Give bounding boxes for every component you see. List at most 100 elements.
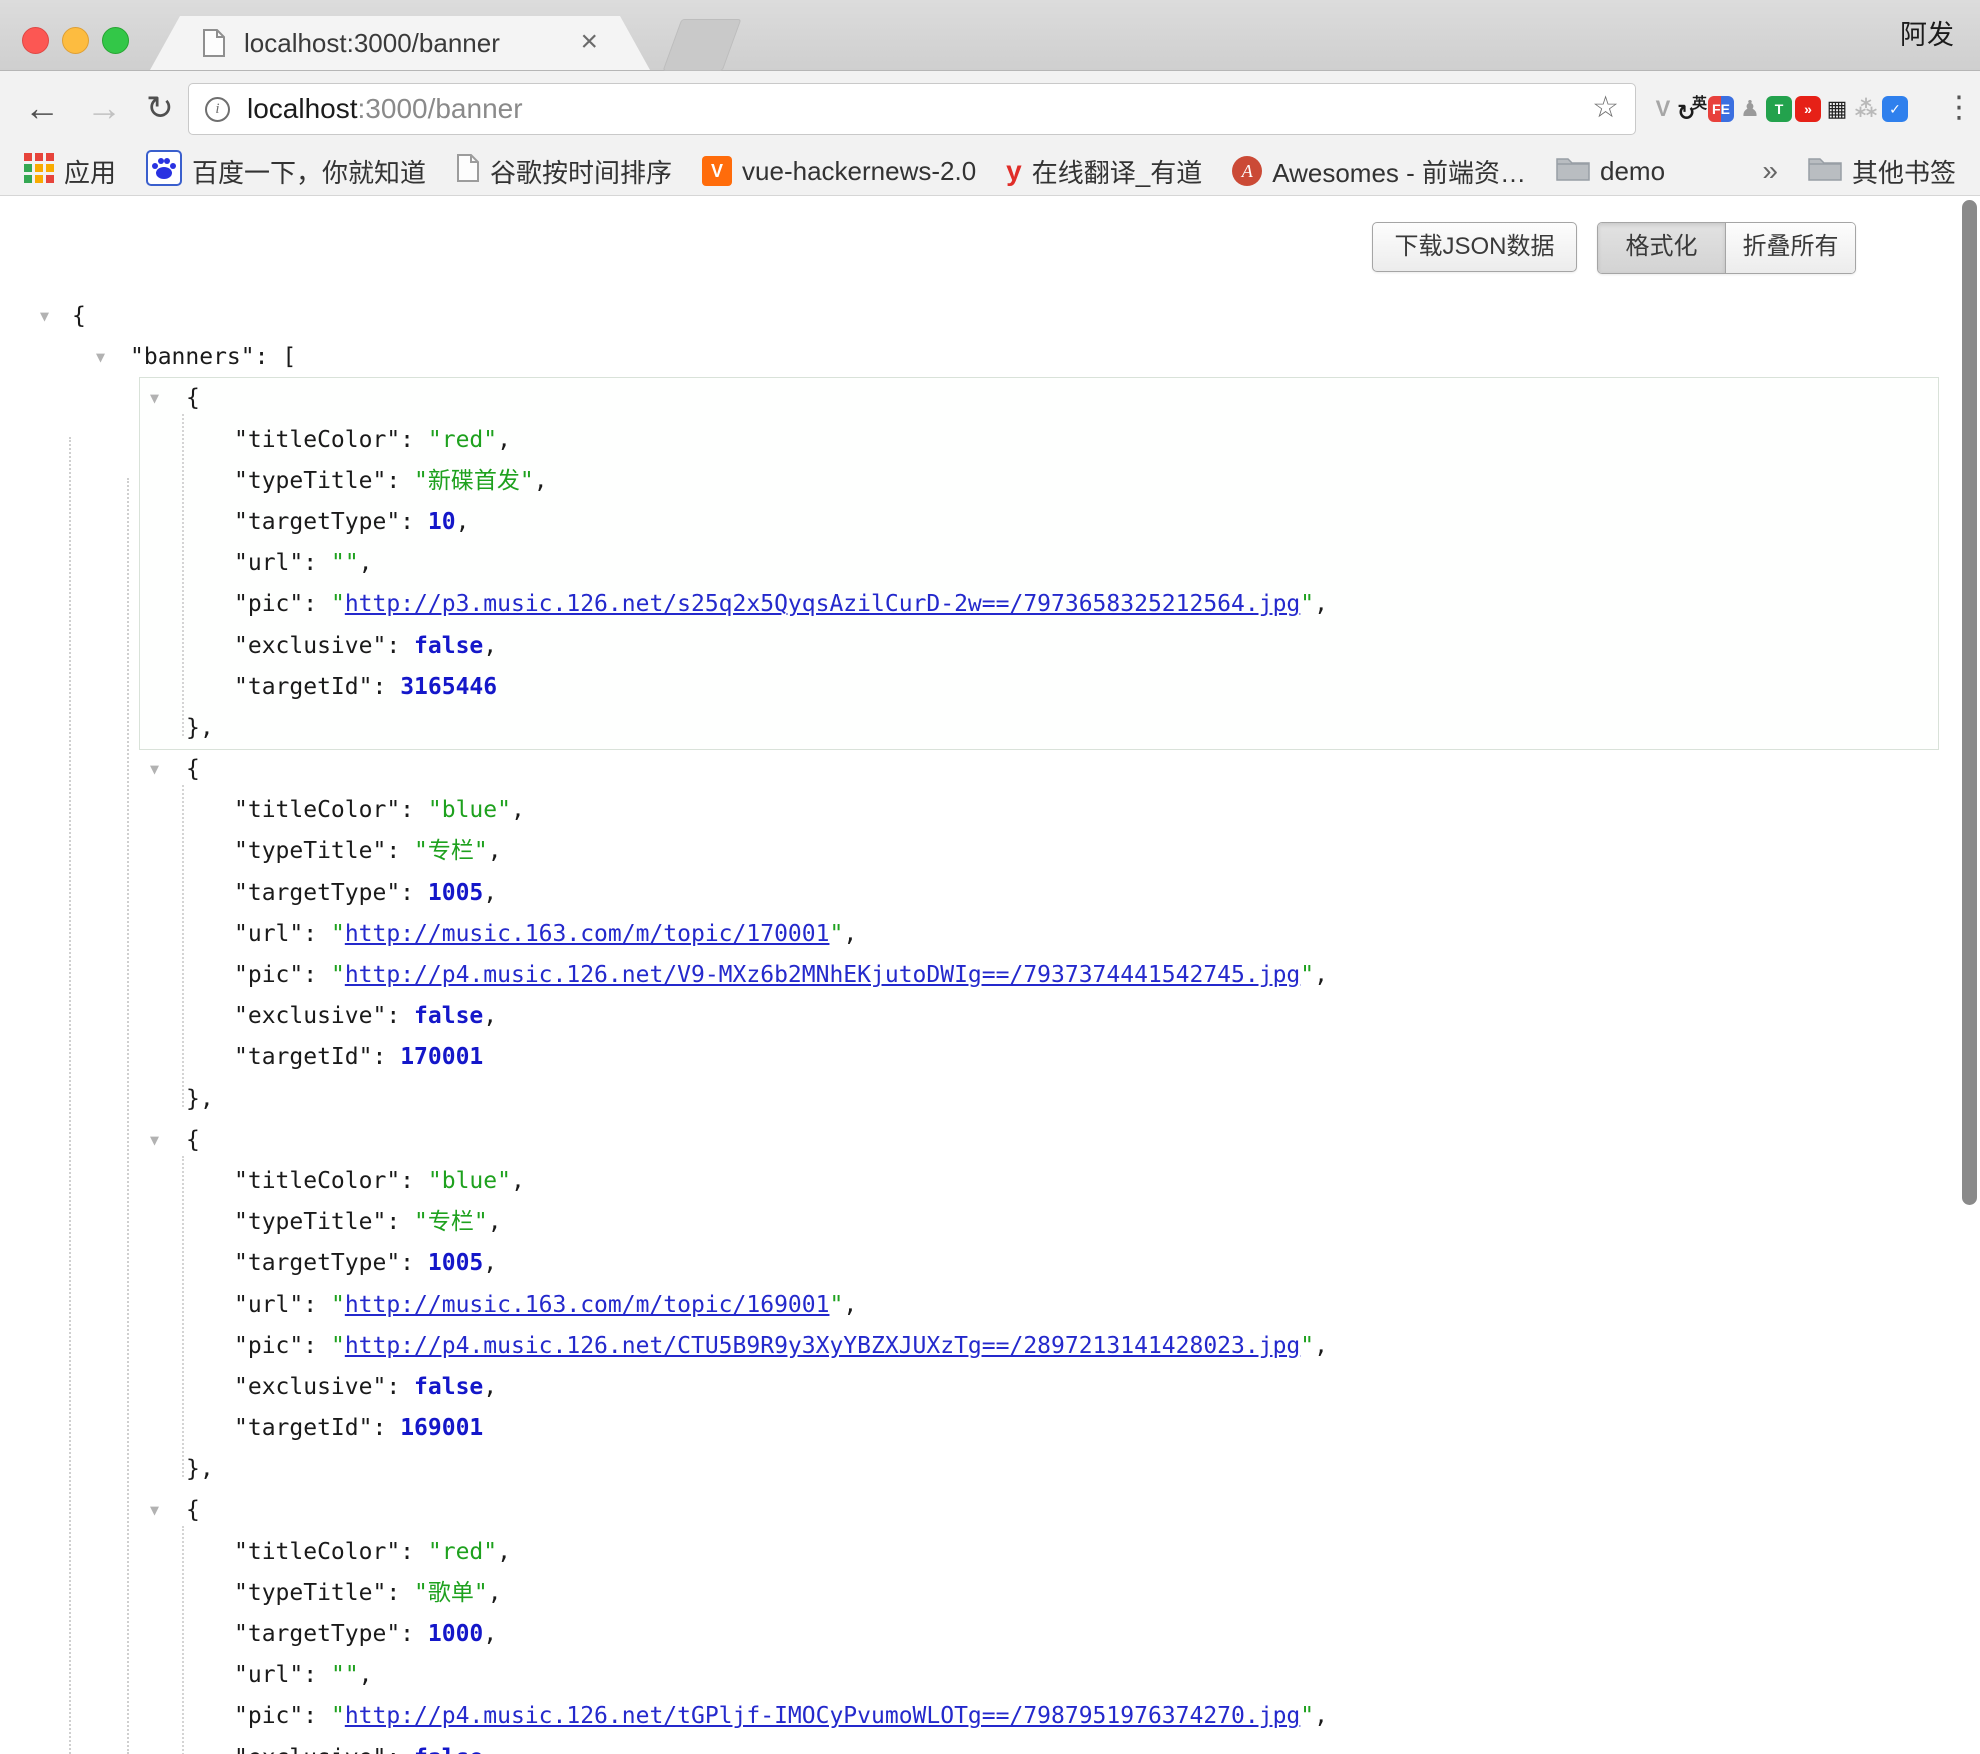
youtube-icon[interactable]: » (1795, 96, 1821, 122)
reload-icon[interactable]: ↻ (146, 71, 174, 147)
browser-menu-icon[interactable]: ⋮ (1944, 71, 1974, 147)
paw-icon[interactable]: ⁂ (1853, 96, 1879, 122)
new-tab-button[interactable] (663, 19, 742, 71)
json-quote: " (345, 550, 359, 576)
json-token: }, (186, 715, 214, 741)
tab-close-icon[interactable]: × (580, 16, 598, 70)
collapse-all-button[interactable]: 折叠所有 (1726, 223, 1855, 273)
extension-icons: V↻英FE♟T»▦⁂✓ (1650, 71, 1936, 147)
json-line: "typeTitle": "专栏", (140, 1202, 1938, 1243)
browser-window: localhost:3000/banner × 阿发 ← → ↻ i local… (0, 0, 1980, 1754)
other-bookmarks-folder[interactable]: 其他书签 (1808, 153, 1956, 190)
bookmark-vue-hackernews[interactable]: Vvue-hackernews-2.0 (702, 156, 976, 187)
json-line: "titleColor": "red", (140, 420, 1938, 461)
json-token: : (372, 1044, 400, 1070)
json-token: , (483, 1374, 497, 1400)
json-link[interactable]: http://music.163.com/m/topic/169001 (345, 1292, 830, 1318)
json-token: : (400, 509, 428, 535)
collapse-toggle-icon[interactable]: ▼ (150, 749, 159, 790)
bookmark-badge-icon: V (702, 156, 732, 186)
window-zoom-button[interactable] (102, 27, 129, 54)
bookmark-letter-icon: y (1006, 156, 1022, 186)
back-icon[interactable]: ← (24, 71, 60, 147)
json-line: "targetType": 1000, (140, 1614, 1938, 1655)
scrollbar-thumb[interactable] (1962, 200, 1977, 1205)
json-link[interactable]: http://p4.music.126.net/V9-MXz6b2MNhEKju… (345, 962, 1300, 988)
fe-icon[interactable]: FE (1708, 96, 1734, 122)
json-link[interactable]: http://music.163.com/m/topic/170001 (345, 921, 830, 947)
tab-title: localhost:3000/banner (244, 16, 500, 70)
collapse-toggle-icon[interactable]: ▼ (150, 378, 159, 419)
json-token: : [ (255, 344, 297, 370)
json-token: , (483, 1003, 497, 1029)
collapse-toggle-icon[interactable]: ▼ (150, 1490, 159, 1531)
json-key: "titleColor" (234, 1539, 400, 1565)
json-token: : (386, 633, 414, 659)
json-line: ▼{ (140, 1490, 1938, 1531)
bookmark-label: vue-hackernews-2.0 (742, 156, 976, 187)
json-token: : (400, 1621, 428, 1647)
bookmark-star-icon[interactable]: ☆ (1592, 84, 1619, 134)
page-content: 下载JSON数据 格式化 折叠所有 ▼{▼"banners": [▼{"titl… (0, 197, 1980, 1754)
json-key: "typeTitle" (234, 838, 386, 864)
json-line: ▼{ (140, 378, 1938, 419)
forward-icon[interactable]: → (86, 71, 122, 147)
url-text[interactable]: localhost:3000/banner (247, 84, 523, 134)
address-bar[interactable]: i localhost:3000/banner ☆ (188, 83, 1636, 135)
json-key: "exclusive" (234, 633, 386, 659)
bookmark-google-sort[interactable]: 谷歌按时间排序 (456, 153, 672, 190)
json-link[interactable]: http://p4.music.126.net/tGPljf-IMOCyPvum… (345, 1703, 1300, 1729)
collapse-toggle-icon[interactable]: ▼ (40, 296, 49, 337)
json-line: }, (140, 1079, 1938, 1120)
vimium-icon[interactable]: V (1650, 96, 1676, 122)
security-shield-icon[interactable]: ✓ (1882, 96, 1908, 122)
json-token: }, (186, 1086, 214, 1112)
json-key: "pic" (234, 1333, 303, 1359)
collapse-toggle-icon[interactable]: ▼ (150, 1120, 159, 1161)
bookmark-apps[interactable]: 应用 (24, 153, 116, 190)
browser-tab[interactable]: localhost:3000/banner × (150, 16, 650, 70)
json-link[interactable]: http://p3.music.126.net/s25q2x5QyqsAzilC… (345, 591, 1300, 617)
json-token: , (511, 797, 525, 823)
json-line: "titleColor": "blue", (140, 790, 1938, 831)
bookmark-demo[interactable]: demo (1556, 154, 1665, 189)
json-token: { (72, 303, 86, 329)
json-line: "typeTitle": "新碟首发", (140, 461, 1938, 502)
json-link[interactable]: http://p4.music.126.net/CTU5B9R9y3XyYBZX… (345, 1333, 1300, 1359)
json-line: "exclusive": false, (140, 626, 1938, 667)
json-line: "url": "", (140, 543, 1938, 584)
collapse-toggle-icon[interactable]: ▼ (96, 337, 105, 378)
json-key: "targetType" (234, 1621, 400, 1647)
json-token: , (1314, 1703, 1328, 1729)
json-token: : (400, 427, 428, 453)
bookmark-label: 谷歌按时间排序 (490, 153, 672, 190)
bookmark-awesomes[interactable]: AAwesomes - 前端资… (1232, 153, 1526, 190)
json-token: , (488, 838, 502, 864)
translate-icon[interactable]: ↻英 (1679, 96, 1705, 122)
json-line: "typeTitle": "专栏", (140, 831, 1938, 872)
json-token: }, (186, 1456, 214, 1482)
json-string: "新碟首发" (414, 468, 534, 494)
json-token: : (386, 1580, 414, 1606)
json-quote: " (829, 1292, 843, 1318)
json-token: , (511, 1168, 525, 1194)
bookmarks-overflow-icon[interactable]: » (1762, 155, 1778, 187)
json-token: : (400, 1539, 428, 1565)
site-info-icon[interactable]: i (205, 97, 230, 122)
user-icon[interactable]: ♟ (1737, 96, 1763, 122)
download-json-button[interactable]: 下载JSON数据 (1372, 222, 1577, 272)
profile-name[interactable]: 阿发 (1900, 0, 1954, 70)
window-minimize-button[interactable] (62, 27, 89, 54)
format-button[interactable]: 格式化 (1598, 223, 1726, 273)
qr-code-icon[interactable]: ▦ (1824, 96, 1850, 122)
json-line: "targetType": 10, (140, 502, 1938, 543)
json-boolean: false (414, 633, 483, 659)
json-token: , (483, 1250, 497, 1276)
bookmark-youdao[interactable]: y在线翻译_有道 (1006, 153, 1202, 190)
bookmark-baidu[interactable]: 百度一下，你就知道 (146, 150, 426, 193)
json-token: : (303, 962, 331, 988)
json-line: "url": "", (140, 1655, 1938, 1696)
json-number: 1005 (428, 880, 483, 906)
tampermonkey-icon[interactable]: T (1766, 96, 1792, 122)
window-close-button[interactable] (22, 27, 49, 54)
